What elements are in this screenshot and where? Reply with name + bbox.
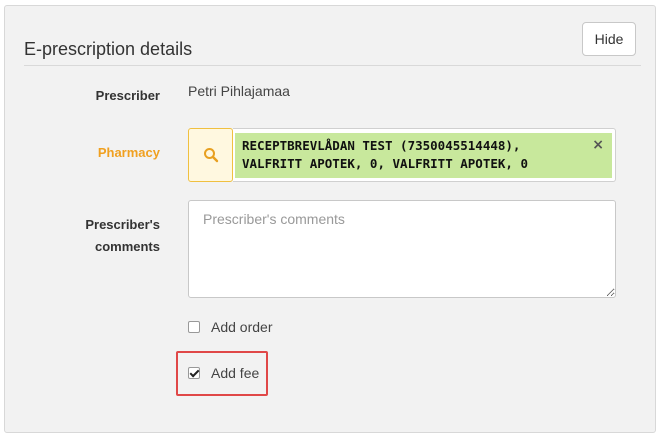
pharmacy-select[interactable]: RECEPTBREVLÅDAN TEST (7350045514448), VA… (233, 128, 616, 182)
add-order-option[interactable]: Add order (188, 319, 272, 335)
panel-title: E-prescription details (24, 39, 193, 59)
pharmacy-search-button[interactable] (188, 128, 233, 182)
divider (24, 65, 641, 66)
pharmacy-tag-line1: RECEPTBREVLÅDAN TEST (7350045514448), (242, 138, 521, 153)
comments-label-line2: comments (94, 239, 160, 254)
comments-label-line1: Prescriber's (85, 217, 160, 232)
prescriber-label: Prescriber (95, 88, 160, 103)
search-icon (203, 148, 218, 163)
prescriber-value: Petri Pihlajamaa (188, 83, 290, 99)
hide-button[interactable]: Hide (582, 22, 636, 56)
add-order-label: Add order (211, 319, 273, 335)
add-fee-highlight-box (176, 351, 268, 396)
remove-pharmacy-icon[interactable]: × (592, 136, 604, 154)
pharmacy-tag-line2: VALFRITT APOTEK, 0, VALFRITT APOTEK, 0 (242, 156, 528, 171)
pharmacy-tag: RECEPTBREVLÅDAN TEST (7350045514448), VA… (235, 133, 612, 178)
add-order-checkbox[interactable] (188, 321, 200, 333)
prescriber-comments-textarea[interactable] (188, 200, 616, 298)
pharmacy-label: Pharmacy (97, 145, 160, 160)
comments-label: Prescriber's comments (5, 214, 160, 258)
